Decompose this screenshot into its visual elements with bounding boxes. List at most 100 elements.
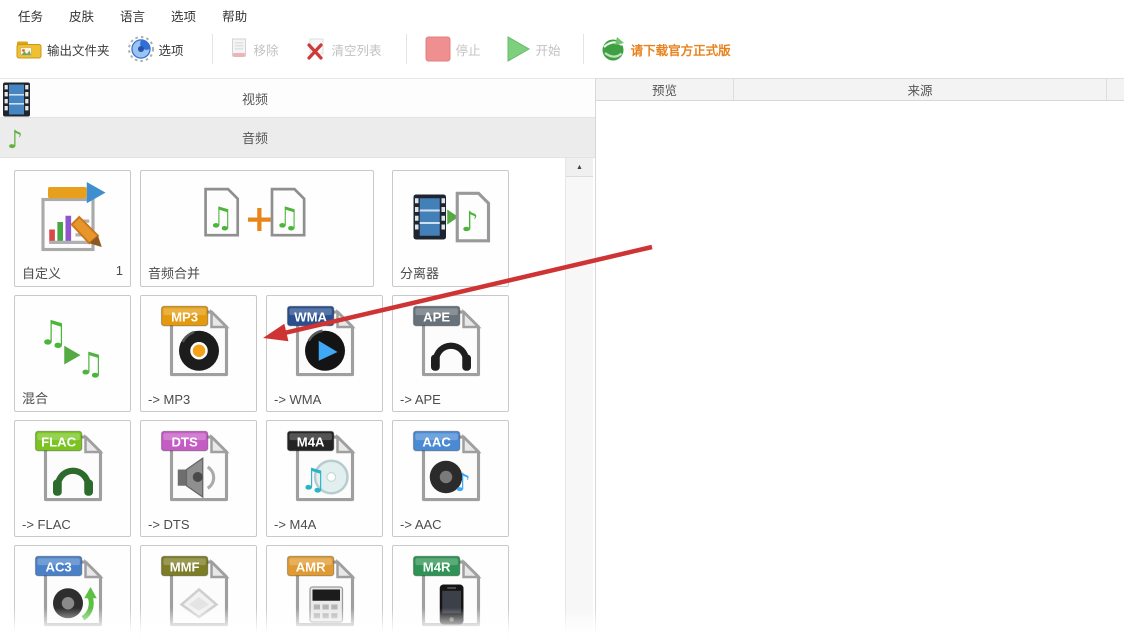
tile-icon-custom [15,177,130,257]
svg-text:♫: ♫ [208,201,234,235]
menu-item-options[interactable]: 选项 [163,4,204,27]
tile-custom[interactable]: 自定义 1 [14,170,131,287]
clear-list-button[interactable]: 清空列表 [299,34,388,64]
task-list-header: 预览 来源 [596,78,1124,101]
tile-icon-to-mmf: MMF [141,552,256,632]
task-list-panel: 预览 来源 [595,78,1124,638]
stop-label: 停止 [455,43,481,58]
svg-text:♫: ♫ [300,463,327,498]
tile-to-m4r[interactable]: M4R [392,545,509,638]
toolbar-separator [211,34,213,64]
tile-icon-to-dts: DTS [141,427,256,507]
category-row-audio[interactable]: ♪ 音频 [0,118,595,158]
category-label-video: 视频 [241,91,268,107]
start-label: 开始 [535,43,561,58]
svg-text:♫: ♫ [274,201,300,235]
tile-to-mmf[interactable]: MMF [140,545,257,638]
tile-label-mix: 混合 [22,391,49,406]
stop-square-icon [425,36,451,62]
menu-bar: 任务 皮肤 语言 选项 帮助 [10,4,265,26]
green-globe-icon [600,36,626,62]
svg-text:♪: ♪ [7,125,23,154]
tile-to-wma[interactable]: WMA -> WMA [266,295,383,412]
tile-label-to-wma: -> WMA [274,392,322,407]
app-window: 任务 皮肤 语言 选项 帮助 输出文件夹 选项 移除 清空列表 停止 开始 请下… [0,0,1124,638]
tile-label-to-dts: -> DTS [148,517,190,532]
toolbar-separator [405,34,407,64]
tile-icon-to-wma: WMA [267,302,382,382]
tile-label-to-mp3: -> MP3 [148,392,191,407]
tile-icon-to-ape: APE [393,302,508,382]
svg-text:AMR: AMR [295,559,325,574]
tile-to-mp3[interactable]: MP3 -> MP3 [140,295,257,412]
tile-icon-to-m4r: M4R [393,552,508,632]
svg-text:M4R: M4R [422,559,450,574]
tile-label-splitter: 分离器 [400,266,440,281]
download-official-label: 请下载官方正式版 [630,43,731,58]
tile-label-to-ape: -> APE [400,392,441,407]
folder-icon [16,39,42,59]
column-header-preview[interactable]: 预览 [596,79,734,100]
stop-button[interactable]: 停止 [419,32,487,66]
tile-label-to-m4a: -> M4A [274,517,317,532]
tile-mix[interactable]: ♫ ♫ 混合 [14,295,131,412]
tile-splitter[interactable]: ♪ 分离器 [392,170,509,287]
gear-icon [127,36,154,62]
tile-audio-merge[interactable]: ♫ + ♫ 音频合并 [140,170,374,287]
menu-item-language[interactable]: 语言 [112,4,153,27]
svg-text:APE: APE [423,309,450,324]
output-folder-label: 输出文件夹 [47,43,110,58]
menu-item-skin[interactable]: 皮肤 [61,4,102,27]
red-x-icon [305,38,327,60]
svg-text:♪: ♪ [461,206,479,238]
tile-to-flac[interactable]: FLAC -> FLAC [14,420,131,537]
svg-text:♪: ♪ [454,468,470,497]
column-header-stub [1107,79,1124,100]
svg-text:AC3: AC3 [45,559,71,574]
tile-icon-to-ac3: AC3 [15,552,130,632]
toolbar: 输出文件夹 选项 移除 清空列表 停止 开始 请下载官方正式版 [0,28,1124,70]
remove-document-icon [229,38,249,61]
svg-text:FLAC: FLAC [41,434,76,449]
music-note-icon: ♪ [5,124,31,154]
start-button[interactable]: 开始 [499,32,567,66]
scroll-up-button[interactable]: ▲ [566,158,593,177]
tile-icon-to-aac: AAC ♪ [393,427,508,507]
menu-item-help[interactable]: 帮助 [214,4,255,27]
play-triangle-icon [505,36,531,62]
film-strip-icon [2,82,31,117]
tile-label-audio-merge: 音频合并 [148,266,201,281]
remove-button[interactable]: 移除 [223,34,285,65]
tile-to-m4a[interactable]: M4A ♫ -> M4A [266,420,383,537]
category-row-video[interactable]: 视频 [0,78,595,118]
tile-to-amr[interactable]: AMR [266,545,383,638]
svg-text:DTS: DTS [171,434,197,449]
tile-label-to-flac: -> FLAC [22,517,71,532]
svg-text:♫: ♫ [38,314,68,353]
tile-label-to-aac: -> AAC [400,517,442,532]
tile-to-ac3[interactable]: AC3 [14,545,131,638]
svg-text:MMF: MMF [169,559,199,574]
svg-text:AAC: AAC [422,434,451,449]
tile-icon-to-mp3: MP3 [141,302,256,382]
tile-to-dts[interactable]: DTS -> DTS [140,420,257,537]
toolbar-separator [582,34,584,64]
menu-item-task[interactable]: 任务 [10,4,51,27]
output-folder-button[interactable]: 输出文件夹 [10,35,116,63]
svg-text:♫: ♫ [76,347,104,383]
column-header-source[interactable]: 来源 [734,79,1107,100]
svg-text:WMA: WMA [294,309,327,324]
clear-list-label: 清空列表 [331,43,382,58]
tile-icon-splitter: ♪ [393,177,508,257]
tile-grid: 自定义 1 ♫ + ♫ 音频合并 ♪ 分离器 ♫ ♫ 混合 MP3 -> MP3 WMA -> WMA APE… [0,158,565,638]
tile-icon-audio-merge: ♫ + ♫ [141,177,373,257]
tile-to-ape[interactable]: APE -> APE [392,295,509,412]
tile-to-aac[interactable]: AAC ♪ -> AAC [392,420,509,537]
vertical-scrollbar[interactable]: ▲ [565,158,593,638]
category-label-audio: 音频 [241,131,268,146]
svg-text:M4A: M4A [296,434,324,449]
download-official-button[interactable]: 请下载官方正式版 [594,32,737,66]
svg-text:MP3: MP3 [171,309,198,324]
options-button[interactable]: 选项 [122,32,190,66]
tile-icon-to-amr: AMR [267,552,382,632]
